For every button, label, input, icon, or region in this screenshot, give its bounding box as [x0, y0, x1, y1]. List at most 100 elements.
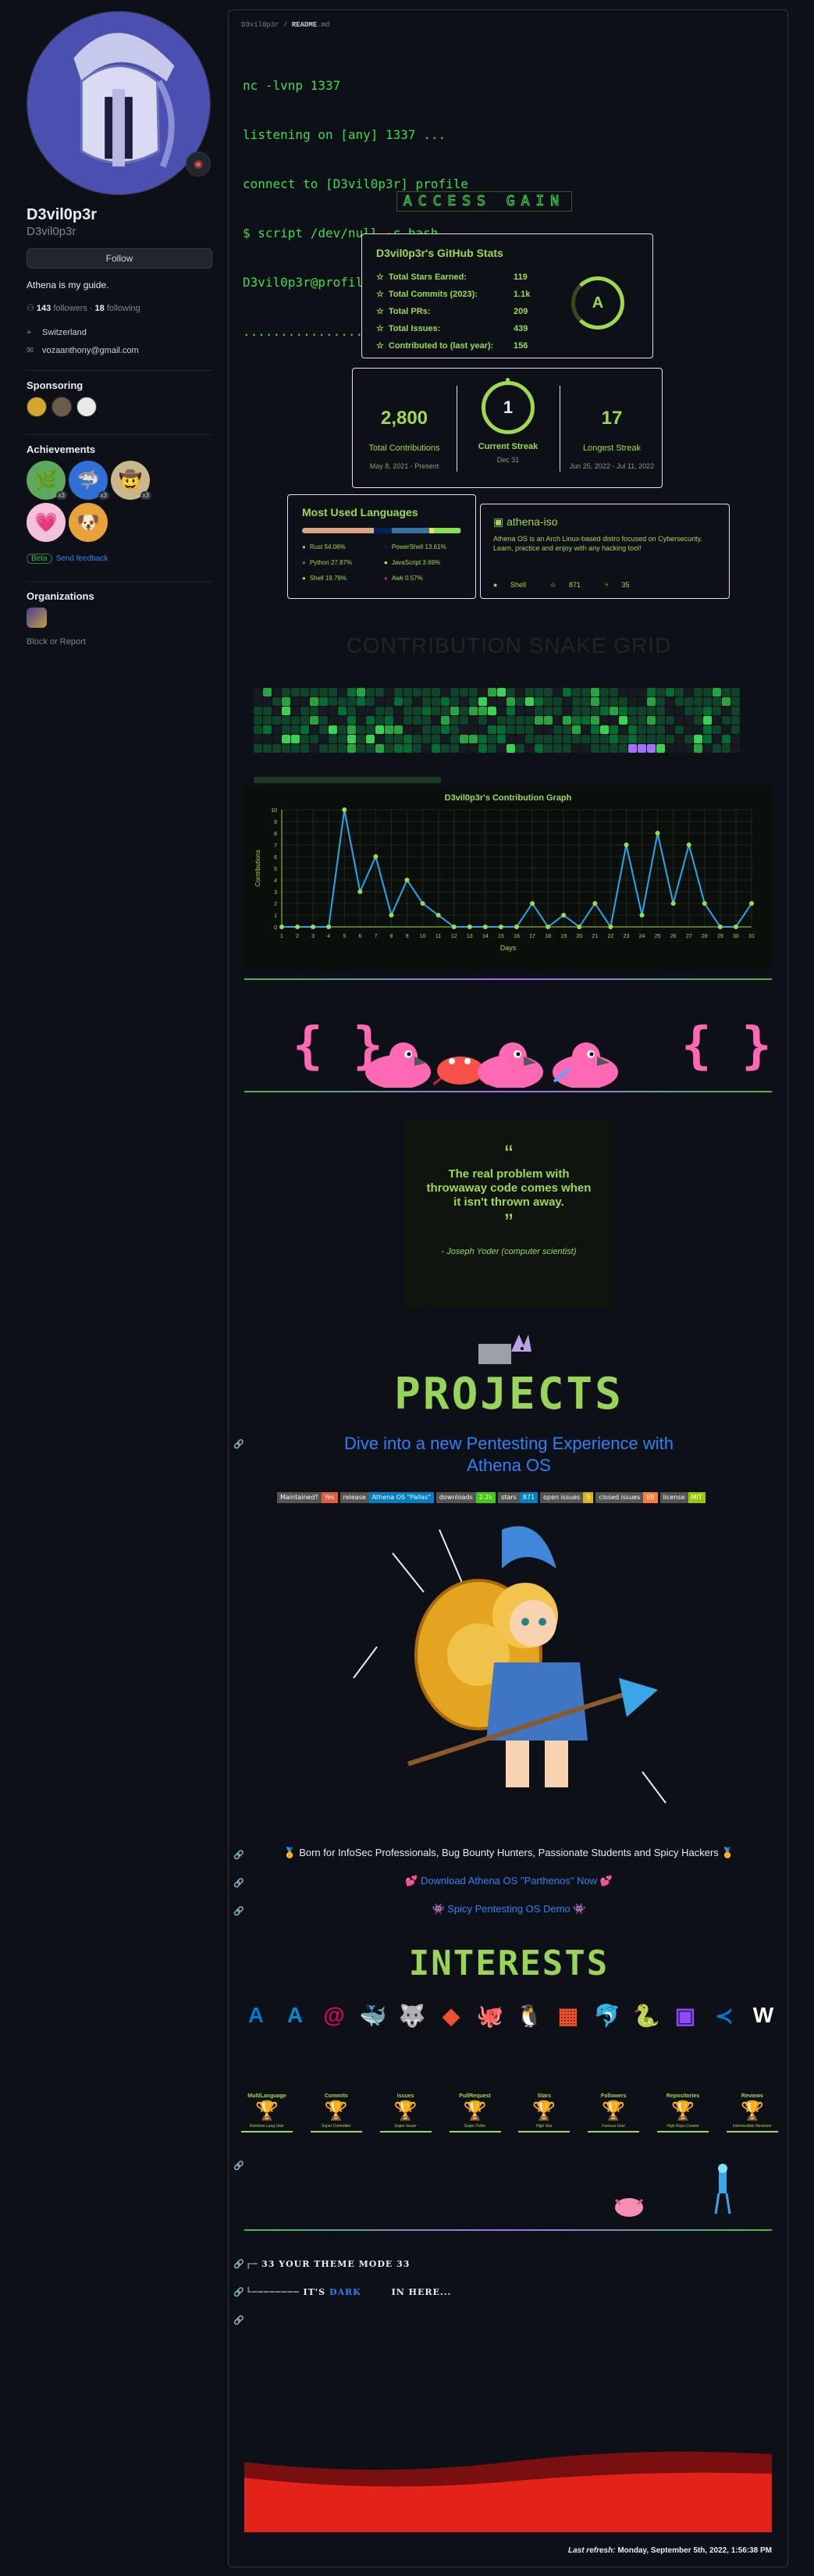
contribution-cell: [694, 697, 702, 706]
sponsoring-list: [27, 397, 97, 417]
trophies-row[interactable]: MultiLanguage 🏆 Rainbow Lang User Commits 🏆 S…: [236, 2093, 783, 2132]
contribution-cell: [291, 697, 300, 706]
x-tick-label: 24: [639, 934, 645, 939]
readme-user[interactable]: D3vil0p3r: [241, 21, 279, 29]
repo-badge[interactable]: Maintained? Yes: [277, 1492, 338, 1503]
organization-avatar[interactable]: [27, 607, 47, 628]
trophy-cup-icon: 🏆: [393, 2100, 418, 2122]
vscode-icon: ≺: [715, 2003, 734, 2028]
contribution-cell: [366, 725, 375, 734]
email[interactable]: ✉ vozaanthony@gmail.com: [27, 345, 139, 355]
most-used-languages-card[interactable]: Most Used Languages Rust 54.06%PowerShel…: [287, 494, 476, 599]
contribution-cell: [254, 697, 262, 706]
data-point: [639, 913, 645, 917]
contribution-cell: [647, 744, 656, 753]
contribution-cell: [347, 735, 356, 743]
pentesting-demo-link[interactable]: 👾 Spicy Pentesting OS Demo 👾: [229, 1903, 789, 1915]
contribution-cell: [441, 735, 450, 743]
contribution-cell: [357, 725, 365, 734]
sponsored-avatar[interactable]: [52, 397, 72, 417]
block-report-link[interactable]: Block or Report: [27, 637, 86, 647]
contribution-cell: [628, 735, 637, 743]
athena-headline[interactable]: Dive into a new Pentesting Experience wi…: [229, 1433, 789, 1477]
contribution-cell: [413, 725, 421, 734]
contribution-cell: [581, 735, 590, 743]
contribution-cell: [553, 725, 562, 734]
achievement-badge[interactable]: 🐶: [69, 503, 108, 542]
anchor-link-icon[interactable]: 🔗: [233, 2259, 244, 2269]
contribution-cell: [450, 735, 459, 743]
followers-count[interactable]: 143: [37, 304, 51, 313]
contribution-cell: [413, 688, 421, 697]
achievement-badge[interactable]: 💗: [27, 503, 66, 542]
contribution-cell: [319, 735, 328, 743]
contribution-cell: [722, 697, 730, 706]
streak-stats-card[interactable]: 2,800 Total Contributions May 8, 2021 - …: [352, 368, 663, 488]
repo-badge[interactable]: downloads 2.2k: [435, 1492, 496, 1503]
data-point: [373, 854, 379, 859]
achievement-badge[interactable]: 🌿 x3: [27, 461, 67, 500]
contribution-cell: [572, 688, 581, 697]
contribution-cell: [703, 707, 712, 715]
contribution-cell: [638, 744, 646, 753]
contribution-cell: [347, 744, 356, 753]
repo-badge[interactable]: closed issues 89: [595, 1492, 658, 1503]
contribution-cell: [385, 735, 393, 743]
follow-button[interactable]: Follow: [27, 248, 212, 269]
sponsored-avatar[interactable]: [27, 397, 47, 417]
contribution-cell: [478, 707, 487, 715]
data-point: [279, 925, 284, 929]
repo-meta: ● Shell ☆ 871 ⑂ 35: [493, 581, 652, 590]
contribution-cell: [600, 716, 609, 725]
achievement-badge[interactable]: 🦈 x3: [69, 461, 109, 500]
followers-line[interactable]: ⚇ 143 followers · 18 following: [27, 303, 140, 313]
download-athena-link[interactable]: 💕 Download Athena OS "Parthenos" Now 💕: [229, 1875, 789, 1887]
achievement-badge[interactable]: 🤠 x3: [111, 461, 151, 500]
anchor-link-icon[interactable]: 🔗: [233, 2161, 244, 2171]
following-label[interactable]: following: [107, 304, 140, 313]
stat-row: Total Issues:439: [376, 323, 528, 333]
contribution-cell: [694, 744, 702, 753]
y-tick-label: 4: [274, 878, 277, 884]
anchor-link-icon[interactable]: 🔗: [233, 2315, 244, 2325]
stat-value: 156: [514, 341, 528, 351]
contribution-cell: [403, 735, 412, 743]
github-stats-card[interactable]: D3vil0p3r's GitHub Stats Total Stars Ear…: [361, 233, 653, 358]
repo-badges: Maintained? Yes release Athena OS "Pallas" d…: [277, 1492, 706, 1503]
contribution-cell: [628, 725, 637, 734]
contribution-cell: [432, 716, 440, 725]
contribution-cell: [272, 744, 281, 753]
close-quote-icon: ”: [504, 1209, 514, 1237]
twitch-icon: ▣: [674, 2003, 696, 2028]
terminal-line: connect to [D3vil0p3r] profile: [243, 176, 468, 191]
anchor-link-icon[interactable]: 🔗: [233, 2287, 244, 2297]
x-tick-label: 14: [482, 934, 489, 939]
repo-badge[interactable]: open issues 5: [540, 1492, 594, 1503]
contribution-cell: [525, 716, 534, 725]
email-link[interactable]: vozaanthony@gmail.com: [42, 346, 139, 355]
repo-badge[interactable]: license MIT: [659, 1492, 706, 1503]
followers-label[interactable]: followers: [53, 304, 87, 313]
spartan-helmet-image: [27, 12, 210, 194]
headline-line: Dive into a new Pentesting Experience wi…: [344, 1434, 674, 1453]
contribution-cell: [291, 735, 300, 743]
trophy-progress-bar: [449, 2131, 501, 2132]
contribution-cell: [375, 688, 384, 697]
following-count[interactable]: 18: [95, 304, 105, 313]
contribution-cell: [656, 688, 665, 697]
repo-badge[interactable]: stars 871: [498, 1492, 539, 1503]
status-emoji-icon[interactable]: ◉: [186, 151, 211, 176]
data-point: [498, 925, 503, 929]
send-feedback-link[interactable]: Send feedback: [56, 554, 108, 563]
avatar[interactable]: [27, 11, 211, 195]
repo-badge[interactable]: release Athena OS "Pallas": [339, 1492, 434, 1503]
repo-name[interactable]: ▣ athena-iso: [493, 515, 558, 529]
contribution-cell: [319, 744, 328, 753]
organizations-heading: Organizations: [27, 590, 94, 602]
contribution-graph[interactable]: D3vil0p3r's Contribution Graph 0 1 2 3 4 5 6 7 8 9…: [244, 786, 772, 969]
contribution-cell: [553, 697, 562, 706]
contribution-cell: [600, 725, 609, 734]
repo-pin-card[interactable]: ▣ athena-iso Athena OS is an Arch Linux-…: [480, 504, 730, 599]
data-point: [357, 889, 363, 894]
sponsored-avatar[interactable]: [76, 397, 97, 417]
